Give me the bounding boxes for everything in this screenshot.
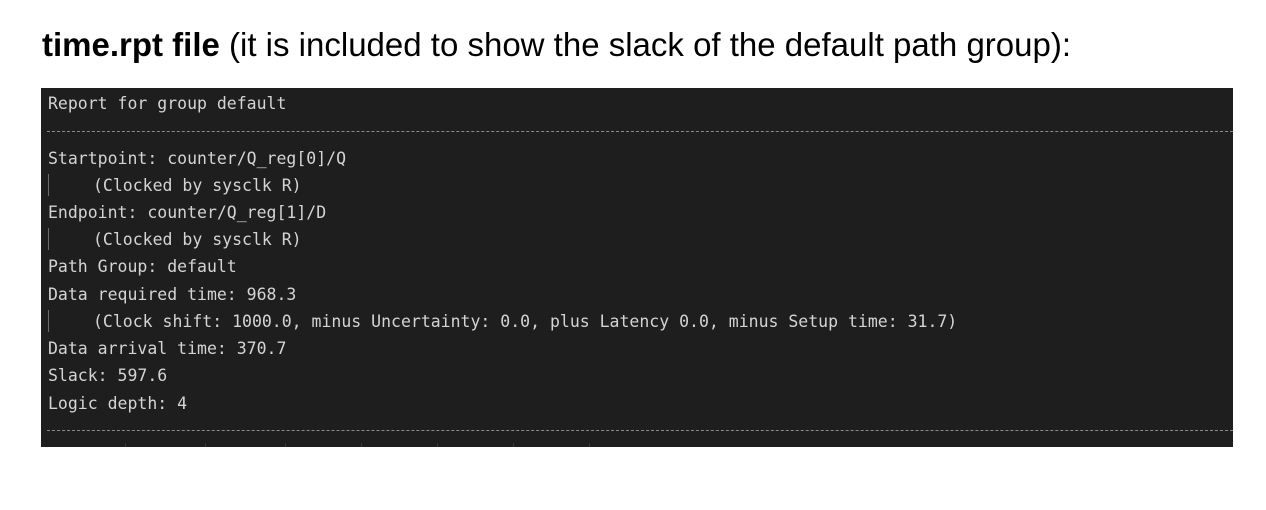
separator-bottom bbox=[47, 430, 1233, 431]
report-terminal: Report for group default Startpoint: cou… bbox=[41, 88, 1233, 447]
endpoint-clock-line: (Clocked by sysclk R) bbox=[93, 230, 302, 249]
tab-marker bbox=[361, 443, 362, 447]
slack-line: Slack: 597.6 bbox=[48, 366, 168, 385]
document-heading: time.rpt file (it is included to show th… bbox=[42, 22, 1071, 68]
indent-guide bbox=[48, 310, 49, 332]
data-required-detail-line: (Clock shift: 1000.0, minus Uncertainty:… bbox=[93, 312, 958, 331]
logic-depth-line: Logic depth: 4 bbox=[48, 394, 188, 413]
data-arrival-line: Data arrival time: 370.7 bbox=[48, 339, 287, 358]
heading-description: (it is included to show the slack of the… bbox=[219, 26, 1072, 63]
tab-marker bbox=[513, 443, 514, 447]
heading-filename: time.rpt file bbox=[42, 26, 220, 63]
indent-guide bbox=[48, 228, 49, 250]
tab-marker bbox=[125, 443, 126, 447]
report-title: Report for group default bbox=[48, 94, 287, 113]
tab-marker bbox=[205, 443, 206, 447]
tab-marker bbox=[285, 443, 286, 447]
endpoint-line: Endpoint: counter/Q_reg[1]/D bbox=[48, 203, 327, 222]
tab-marker bbox=[589, 443, 590, 447]
startpoint-clock-line: (Clocked by sysclk R) bbox=[93, 176, 302, 195]
tab-marker bbox=[437, 443, 438, 447]
path-group-line: Path Group: default bbox=[48, 257, 237, 276]
indent-guide bbox=[48, 174, 49, 196]
separator-top bbox=[47, 131, 1233, 132]
data-required-line: Data required time: 968.3 bbox=[48, 285, 297, 304]
startpoint-line: Startpoint: counter/Q_reg[0]/Q bbox=[48, 149, 347, 168]
